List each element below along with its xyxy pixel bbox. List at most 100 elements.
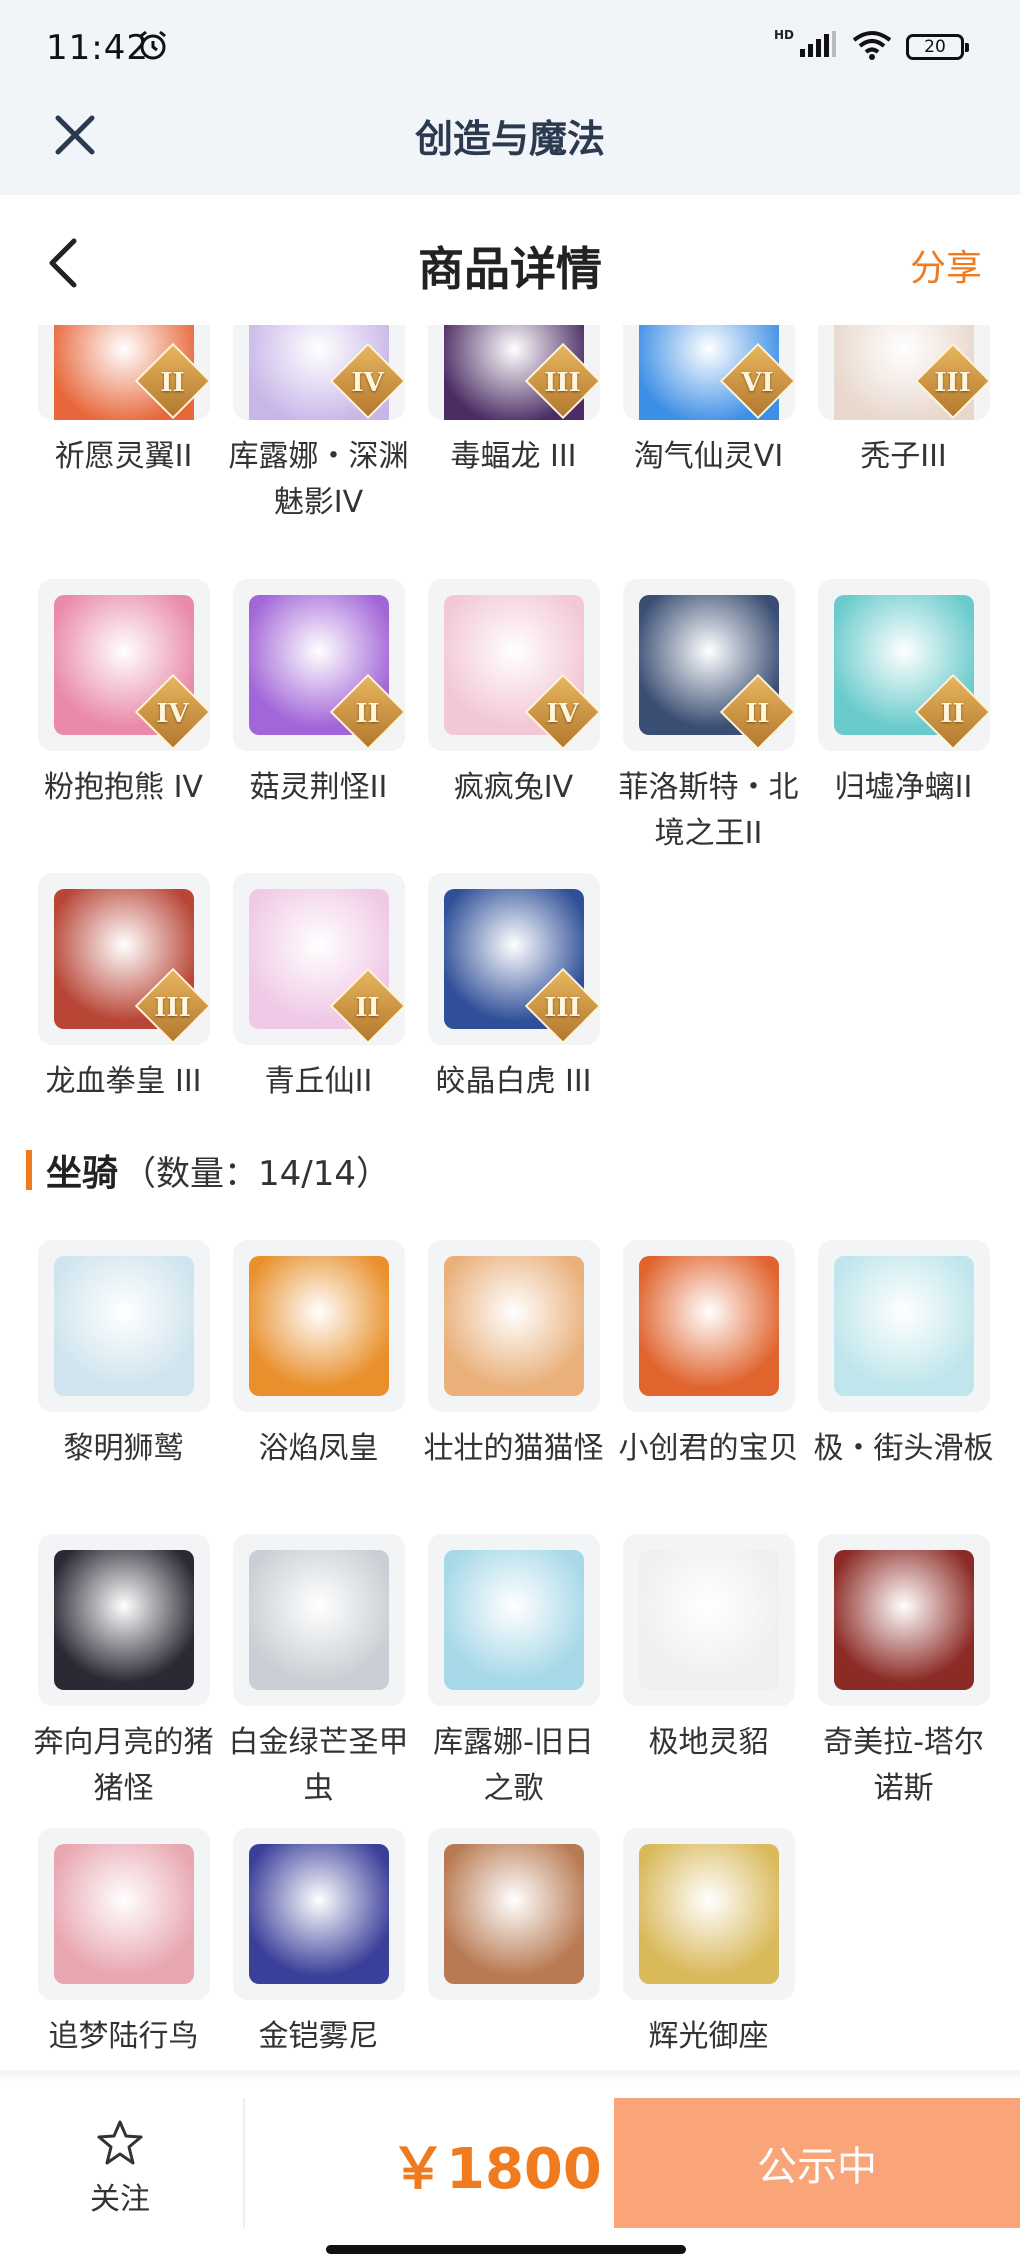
mount-item[interactable]: 壮壮的猫猫怪 xyxy=(416,1240,611,1534)
character-image xyxy=(638,1550,779,1690)
mount-thumbnail xyxy=(37,1828,210,2000)
app-title: 创造与魔法 xyxy=(414,117,605,161)
mount-name: 奔向月亮的猪猪怪 xyxy=(33,1725,214,1806)
mount-name: 黎明狮鹫 xyxy=(63,1431,184,1466)
section-label: 坐骑 xyxy=(46,1153,119,1194)
mount-thumbnail xyxy=(37,1240,210,1412)
section-marker xyxy=(26,1150,32,1190)
pet-item[interactable]: III 秃子III xyxy=(806,325,1001,579)
mount-name: 小创君的宝贝 xyxy=(618,1431,799,1466)
pet-name: 淘气仙灵VI xyxy=(633,439,784,474)
price: ￥1800 xyxy=(390,2137,602,2202)
pet-thumbnail: III xyxy=(427,325,600,420)
pet-thumbnail: III xyxy=(37,873,210,1045)
pet-item[interactable]: II 祈愿灵翼II xyxy=(26,325,221,579)
mount-name: 壮壮的猫猫怪 xyxy=(423,1431,604,1466)
mount-item[interactable]: 黎明狮鹫 xyxy=(26,1240,221,1534)
content-scroll[interactable]: II 祈愿灵翼II IV 库露娜・深渊魅影IV III 毒蝠龙 III VI 淘气仙灵VI II… xyxy=(0,325,1020,2070)
tier-badge-label: II xyxy=(355,993,380,1023)
pet-name: 皎晶白虎 III xyxy=(435,1064,592,1099)
pet-name: 毒蝠龙 III xyxy=(450,439,577,474)
mount-thumbnail xyxy=(427,1534,600,1706)
tier-badge-label: III xyxy=(934,368,971,398)
character-image xyxy=(833,1256,974,1396)
mount-thumbnail xyxy=(232,1240,405,1412)
pet-item[interactable]: IV 疯疯兔IV xyxy=(416,579,611,873)
tier-badge-label: II xyxy=(745,699,770,729)
pet-thumbnail: IV xyxy=(37,579,210,751)
pet-name: 疯疯兔IV xyxy=(453,770,574,805)
app-bar: 创造与魔法 xyxy=(0,90,1020,195)
pet-item[interactable]: III 龙血拳皇 III xyxy=(26,873,221,1167)
follow-button[interactable]: 关注 xyxy=(60,2118,180,2218)
pet-thumbnail: IV xyxy=(427,579,600,751)
mount-item[interactable]: 库露娜-旧日之歌 xyxy=(416,1534,611,1828)
mount-thumbnail xyxy=(622,1828,795,2000)
character-image xyxy=(248,1256,389,1396)
page-title: 商品详情 xyxy=(418,242,602,296)
mount-item[interactable]: 奔向月亮的猪猪怪 xyxy=(26,1534,221,1828)
character-image xyxy=(638,1844,779,1984)
mount-thumbnail xyxy=(622,1534,795,1706)
signal-icon xyxy=(798,31,838,63)
pet-name: 青丘仙II xyxy=(264,1064,373,1099)
character-image xyxy=(248,1550,389,1690)
mount-item[interactable]: 小创君的宝贝 xyxy=(611,1240,806,1534)
pet-item[interactable]: IV 库露娜・深渊魅影IV xyxy=(221,325,416,579)
mount-thumbnail xyxy=(817,1534,990,1706)
tier-badge-label: III xyxy=(544,993,581,1023)
mount-name: 金铠雾尼 xyxy=(258,2019,379,2054)
mount-item[interactable]: 浴焰凤皇 xyxy=(221,1240,416,1534)
home-indicator xyxy=(326,2245,686,2254)
pet-thumbnail: III xyxy=(427,873,600,1045)
mount-thumbnail xyxy=(427,1240,600,1412)
character-image xyxy=(53,1550,194,1690)
pet-name: 粉抱抱熊 IV xyxy=(44,770,203,805)
pet-item[interactable]: VI 淘气仙灵VI xyxy=(611,325,806,579)
share-button[interactable]: 分享 xyxy=(910,239,982,291)
mount-thumbnail xyxy=(232,1828,405,2000)
character-image xyxy=(833,1550,974,1690)
top-zone: 11:42 HD 20 创造与魔法 xyxy=(0,0,1020,195)
mount-item[interactable]: 白金绿芒圣甲虫 xyxy=(221,1534,416,1828)
character-image xyxy=(443,1844,584,1984)
character-image xyxy=(638,1256,779,1396)
mount-item[interactable] xyxy=(416,1828,611,2070)
mount-item[interactable]: 极・街头滑板 xyxy=(806,1240,1001,1534)
star-icon xyxy=(97,2120,143,2165)
pet-name: 菇灵荆怪II xyxy=(249,770,388,805)
pet-name: 龙血拳皇 III xyxy=(45,1064,202,1099)
status-button[interactable]: 公示中 xyxy=(614,2098,1020,2228)
pet-item[interactable]: III 皎晶白虎 III xyxy=(416,873,611,1167)
battery-icon: 20 xyxy=(906,34,969,60)
pet-item[interactable]: II 青丘仙II xyxy=(221,873,416,1167)
mount-thumbnail xyxy=(37,1534,210,1706)
pet-name: 库露娜・深渊魅影IV xyxy=(228,439,409,520)
pet-item[interactable]: IV 粉抱抱熊 IV xyxy=(26,579,221,873)
status-bar: 11:42 HD 20 xyxy=(0,0,1020,90)
pet-name: 归墟净螭II xyxy=(834,770,973,805)
mount-thumbnail xyxy=(232,1534,405,1706)
pet-item[interactable]: II 菲洛斯特・北境之王II xyxy=(611,579,806,873)
divider xyxy=(243,2098,245,2228)
wifi-icon xyxy=(852,30,892,64)
tier-badge-label: II xyxy=(160,368,185,398)
mount-item[interactable]: 追梦陆行鸟 xyxy=(26,1828,221,2070)
tier-badge-label: IV xyxy=(351,368,384,398)
pet-item[interactable]: III 毒蝠龙 III xyxy=(416,325,611,579)
tier-badge-label: IV xyxy=(156,699,189,729)
tier-badge-label: III xyxy=(154,993,191,1023)
mount-item[interactable]: 极地灵貂 xyxy=(611,1534,806,1828)
mount-item[interactable]: 奇美拉-塔尔诺斯 xyxy=(806,1534,1001,1828)
pets-grid: II 祈愿灵翼II IV 库露娜・深渊魅影IV III 毒蝠龙 III VI 淘气仙灵VI II… xyxy=(26,325,1001,1167)
bottom-shadow xyxy=(0,2070,1020,2082)
pet-item[interactable]: II 菇灵荆怪II xyxy=(221,579,416,873)
status-indicators: HD 20 xyxy=(773,28,969,64)
mount-item[interactable]: 金铠雾尼 xyxy=(221,1828,416,2070)
pet-name: 秃子III xyxy=(860,439,947,474)
network-type: HD xyxy=(773,28,794,42)
pet-item[interactable]: II 归墟净螭II xyxy=(806,579,1001,873)
mounts-grid: 黎明狮鹫 浴焰凤皇 壮壮的猫猫怪 小创君的宝贝 极・街头滑板奔向月亮的猪猪怪 白金绿芒圣甲… xyxy=(26,1240,1001,2070)
mount-item[interactable]: 辉光御座 xyxy=(611,1828,806,2070)
pet-thumbnail: II xyxy=(232,579,405,751)
